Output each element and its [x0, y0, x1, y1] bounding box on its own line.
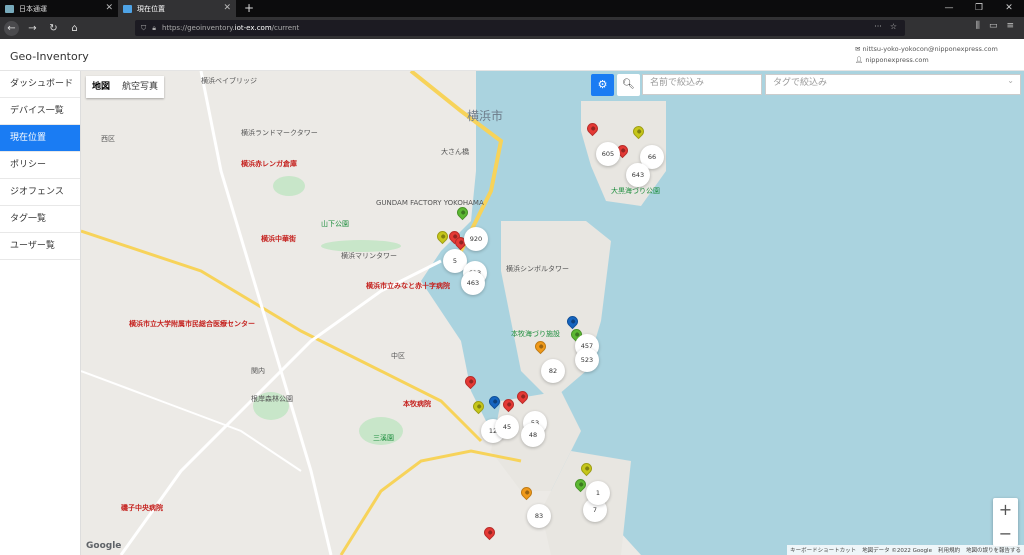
close-icon[interactable]: ✕	[223, 3, 231, 13]
lock-icon: 🔒︎	[152, 23, 156, 32]
terms-link[interactable]: 利用規約	[938, 546, 960, 554]
google-logo: Google	[86, 541, 122, 551]
map-label-yokohama: 横浜市	[467, 109, 504, 123]
tag-filter-placeholder: タグで絞込み	[773, 78, 828, 88]
map-label-negishi: 根岸森林公園	[251, 395, 293, 403]
map-attribution: キーボードショートカット 地図データ ©2022 Google 利用規約 地図の…	[787, 545, 1024, 555]
map-label-naka: 中区	[391, 352, 405, 360]
map-base-graphic	[81, 71, 1024, 555]
sidebar-item-users[interactable]: ユーザー覧	[0, 233, 80, 260]
browser-tab-strip: 日本通運 ✕ 現在位置 ✕ + — ❐ ✕	[0, 0, 1024, 17]
tab-label: 現在位置	[137, 4, 165, 13]
reload-icon[interactable]: ↻	[46, 21, 61, 36]
zoom-out-button[interactable]: −	[993, 522, 1018, 546]
map-label-sankei: 三溪園	[373, 434, 394, 442]
shield-icon: ⛉	[141, 23, 147, 32]
bookmark-star-icon[interactable]: ☆	[890, 22, 897, 31]
sidebar-item-devices[interactable]: デバイス一覧	[0, 98, 80, 125]
map-label-chinatown: 横浜中華街	[261, 235, 296, 243]
map-data-text: 地図データ ©2022 Google	[862, 548, 932, 554]
address-bar[interactable]: ⛉ 🔒︎ https://geoinventory.iot-ex.com/cur…	[135, 20, 905, 36]
zoom-control: + −	[993, 498, 1018, 546]
user-icon: 👤︎	[855, 56, 866, 64]
map-label-redbrick: 横浜赤レンガ倉庫	[241, 160, 297, 168]
map-label-univ-hospital: 横浜市立大学附属市民総合医療センター	[129, 320, 255, 328]
sidebar-item-geofence[interactable]: ジオフェンス	[0, 179, 80, 206]
device-cluster[interactable]: 463	[461, 271, 485, 295]
map-label-symbol-tower: 横浜シンボルタワー	[506, 265, 569, 273]
app-header: Geo-Inventory ✉ nittsu-yoko-yokocon@nipp…	[0, 39, 1024, 71]
chevron-down-icon: ⌄	[1007, 76, 1014, 85]
device-cluster[interactable]: 643	[626, 163, 650, 187]
sidebar-item-dashboard[interactable]: ダッシュボード	[0, 71, 80, 98]
user-info[interactable]: ✉ nittsu-yoko-yokocon@nipponexpress.com …	[855, 44, 998, 66]
library-icon[interactable]: ⫼	[976, 21, 980, 31]
browser-toolbar: ← → ↻ ⌂ ⛉ 🔒︎ https://geoinventory.iot-ex…	[0, 17, 1024, 39]
device-cluster[interactable]: 83	[527, 504, 551, 528]
maximize-icon[interactable]: ❐	[964, 0, 994, 16]
map-label-gundam: GUNDAM FACTORY YOKOHAMA	[376, 199, 484, 207]
name-filter-input[interactable]: 名前で絞込み	[642, 74, 762, 95]
device-cluster[interactable]: 920	[464, 227, 488, 251]
tag-filter-select[interactable]: タグで絞込み ⌄	[765, 74, 1021, 95]
map-label-honmoku-hospital: 本牧病院	[403, 400, 431, 408]
map-label-marine-tower: 横浜マリンタワー	[341, 252, 397, 260]
new-tab-icon[interactable]: +	[236, 0, 262, 17]
map-type-roadmap[interactable]: 地図	[86, 76, 116, 98]
app-brand[interactable]: Geo-Inventory	[10, 50, 89, 63]
map-label-kannai: 関内	[251, 367, 265, 375]
map-label-yamashita: 山下公園	[321, 220, 349, 228]
device-cluster[interactable]: 48	[521, 423, 545, 447]
map-label-osanbashi: 大さん橋	[441, 148, 469, 156]
sidebar-item-current-location[interactable]: 現在位置	[0, 125, 80, 152]
mail-icon: ✉	[855, 45, 863, 53]
map-label-honmoku-park: 本牧海づり施設	[511, 330, 560, 338]
zoom-in-button[interactable]: +	[993, 498, 1018, 522]
tab-favicon-icon	[123, 4, 132, 13]
device-cluster[interactable]: 82	[541, 359, 565, 383]
name-filter-placeholder: 名前で絞込み	[650, 78, 705, 88]
device-cluster[interactable]: 605	[596, 142, 620, 166]
map-label-bay-bridge: 横浜ベイブリッジ	[201, 77, 257, 85]
report-error-link[interactable]: 地図の誤りを報告する	[966, 546, 1021, 554]
device-cluster[interactable]: 45	[495, 415, 519, 439]
url-text: https://geoinventory.iot-ex.com/current	[161, 24, 300, 32]
map-label-landmark: 横浜ランドマークタワー	[241, 129, 318, 137]
browser-tab-current-location[interactable]: 現在位置 ✕	[118, 0, 236, 17]
map-label-ohguro: 大黒海づり公園	[611, 187, 660, 195]
sidebar-item-tags[interactable]: タグ一覧	[0, 206, 80, 233]
browser-tab-nittsu[interactable]: 日本通運 ✕	[0, 0, 118, 17]
map-label-city-hospital: 横浜市立みなと赤十字病院	[366, 282, 450, 290]
device-cluster[interactable]: 523	[575, 348, 599, 372]
device-cluster[interactable]: 1	[586, 481, 610, 505]
sidebar-item-policy[interactable]: ポリシー	[0, 152, 80, 179]
forward-icon[interactable]: →	[25, 21, 40, 36]
sidebar-nav: ダッシュボード デバイス一覧 現在位置 ポリシー ジオフェンス タグ一覧 ユーザ…	[0, 71, 81, 555]
more-icon[interactable]: ···	[874, 22, 882, 31]
gear-icon: ⚙	[597, 78, 608, 91]
keyboard-shortcuts-link[interactable]: キーボードショートカット	[790, 546, 856, 554]
magnifier-icon: 🔍︎	[622, 79, 635, 90]
home-icon[interactable]: ⌂	[67, 21, 82, 36]
menu-icon[interactable]: ≡	[1006, 21, 1014, 31]
back-icon[interactable]: ←	[4, 20, 19, 36]
sidebar-toggle-icon[interactable]: ▭	[989, 21, 998, 31]
window-controls: — ❐ ✕	[934, 0, 1024, 16]
close-icon[interactable]: ✕	[105, 3, 113, 13]
zoom-to-fit-button[interactable]: 🔍︎	[617, 74, 640, 96]
map-type-toggle: 地図 航空写真	[86, 76, 165, 98]
map-type-satellite[interactable]: 航空写真	[116, 76, 164, 98]
tab-favicon-icon	[5, 4, 14, 13]
minimize-icon[interactable]: —	[934, 0, 964, 16]
close-window-icon[interactable]: ✕	[994, 0, 1024, 16]
map-canvas[interactable]: 横浜市 大さん橋 横浜ランドマークタワー 横浜赤レンガ倉庫 GUNDAM FAC…	[81, 71, 1024, 555]
tab-label: 日本通運	[19, 4, 47, 13]
settings-gear-button[interactable]: ⚙	[591, 74, 614, 96]
map-label-isogo: 磯子中央病院	[121, 504, 163, 512]
map-label-nishi: 西区	[101, 135, 115, 143]
